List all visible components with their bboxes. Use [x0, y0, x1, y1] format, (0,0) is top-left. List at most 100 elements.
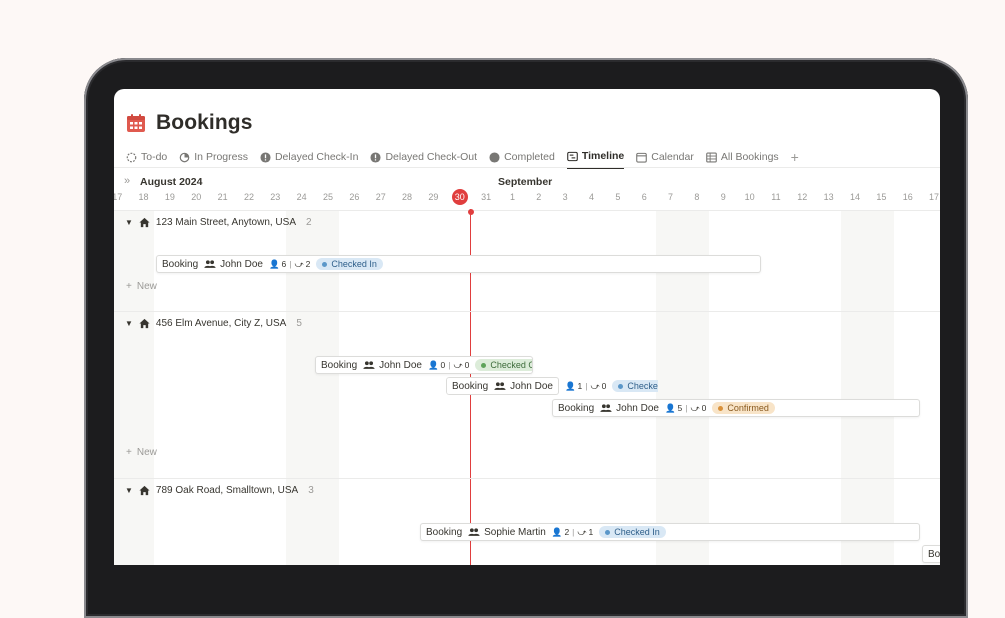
status-text: Confirmed: [727, 403, 769, 413]
people-icon: [600, 404, 612, 412]
tab-completed[interactable]: Completed: [489, 146, 555, 168]
day-ruler: 17 18 19 20 21 22 23 24 25 26 27 28 29 30 31 1 2 3 4 5 6 7 8 9 1…: [114, 189, 940, 208]
tab-label: To-do: [141, 151, 168, 163]
timeline-icon: [567, 151, 578, 161]
day-label: 26: [349, 192, 360, 202]
day-label: 6: [641, 192, 647, 202]
app-screen: Bookings To-do In Progress Delayed Check…: [114, 89, 940, 565]
tab-timeline[interactable]: Timeline: [566, 145, 625, 169]
caret-down-icon[interactable]: ▼: [125, 486, 133, 495]
day-label: 28: [402, 192, 413, 202]
booking-bar[interactable]: Booking John Doe 👤0 | ⤻0 Checked Out: [315, 356, 533, 374]
status-badge: Checked In: [612, 380, 658, 392]
new-row-button[interactable]: + New: [126, 281, 157, 292]
tab-to-do[interactable]: To-do: [126, 146, 167, 168]
adult-icon: 👤: [664, 402, 676, 413]
children-count: 1: [588, 527, 594, 537]
booking-label: Booking: [452, 380, 489, 392]
group-header[interactable]: ▼ 456 Elm Avenue, City Z, USA 5: [125, 318, 302, 329]
add-view-icon[interactable]: +: [791, 150, 799, 164]
booking-bar-partial[interactable]: Bookin: [922, 545, 940, 563]
booking-label: Booking: [426, 526, 463, 538]
group-header[interactable]: ▼ 789 Oak Road, Smalltown, USA 3: [125, 485, 314, 496]
status-badge: Checked Out: [475, 359, 532, 371]
day-label: 19: [164, 192, 175, 202]
day-label: 16: [902, 192, 913, 202]
adults-count: 5: [677, 403, 683, 413]
group-name: 789 Oak Road, Smalltown, USA: [155, 485, 299, 496]
day-label: 17: [929, 192, 940, 202]
children-count: 0: [464, 360, 470, 370]
guest-counts: 👤 2 | ⤻ 1: [551, 526, 594, 538]
guest-counts: 👤 0 | ⤻ 0: [427, 359, 470, 371]
day-label: 8: [694, 192, 700, 202]
day-label: 17: [114, 192, 123, 202]
alert-circle-icon: [260, 151, 271, 163]
booking-bar[interactable]: Booking John Doe 👤 6 | ⤻ 2 Checked In: [156, 255, 761, 273]
tab-in-progress[interactable]: In Progress: [179, 146, 248, 168]
status-text: Checked Out: [490, 360, 532, 370]
day-label: 7: [668, 192, 674, 202]
status-text: Checked In: [614, 527, 660, 537]
booking-bar[interactable]: Booking John Doe 👤 5 | ⤻ 0 Confirmed: [552, 399, 920, 417]
people-icon: [204, 260, 216, 268]
tab-label: Delayed Check-Out: [385, 151, 478, 163]
timeline-body: ▼ 123 Main Street, Anytown, USA 2 Bookin…: [114, 209, 940, 565]
tab-label: Completed: [504, 151, 555, 163]
dashed-circle-icon: [126, 152, 137, 162]
page-header: Bookings: [126, 111, 252, 135]
calendar-icon: [636, 152, 648, 163]
caret-down-icon[interactable]: ▼: [125, 319, 133, 328]
table-icon: [706, 152, 717, 162]
guest: Sophie Martin: [468, 527, 546, 538]
plus-icon: +: [126, 281, 132, 292]
day-label: 5: [615, 192, 621, 202]
booking-bar[interactable]: Booking John Doe 👤1 | ⤻0 Checked In: [446, 377, 658, 395]
house-icon: [139, 485, 150, 496]
day-label: 3: [562, 192, 568, 202]
group-divider: [114, 311, 940, 312]
alert-circle-icon: [370, 151, 381, 163]
status-badge: Checked In: [599, 526, 666, 538]
tab-label: All Bookings: [720, 151, 779, 163]
tab-all-bookings[interactable]: All Bookings: [706, 146, 779, 168]
group-header[interactable]: ▼ 123 Main Street, Anytown, USA 2: [125, 217, 312, 228]
tab-label: In Progress: [194, 151, 248, 163]
new-row-button[interactable]: + New: [126, 447, 157, 458]
weekend-column: [841, 211, 894, 565]
status-text: Checked In: [331, 259, 377, 269]
month-label-august: August 2024: [140, 176, 203, 188]
guest-name: John Doe: [220, 258, 263, 270]
day-label: 14: [849, 192, 860, 202]
plus-icon: +: [126, 447, 132, 458]
tab-calendar[interactable]: Calendar: [636, 146, 694, 168]
tab-delayed-check-out[interactable]: Delayed Check-Out: [370, 146, 477, 168]
day-label: 1: [509, 192, 515, 202]
children-count: 2: [305, 259, 311, 269]
day-label: 4: [588, 192, 594, 202]
booking-label: Booking: [162, 258, 199, 270]
group-divider: [114, 478, 940, 479]
adult-icon: 👤: [427, 359, 439, 370]
guest-name: Sophie Martin: [484, 526, 546, 538]
group-name: 123 Main Street, Anytown, USA: [155, 217, 296, 228]
tab-delayed-check-in[interactable]: Delayed Check-In: [260, 146, 358, 168]
guest-counts: 👤 5 | ⤻ 0: [664, 402, 707, 414]
new-label: New: [136, 447, 157, 458]
adults-count: 0: [440, 360, 446, 370]
tabs-divider: [114, 167, 940, 168]
child-icon: ⤻: [453, 359, 463, 370]
day-label: 9: [720, 192, 726, 202]
booking-bar[interactable]: Booking Sophie Martin 👤 2 | ⤻ 1 Checked In: [420, 523, 920, 541]
day-label: 25: [322, 192, 333, 202]
day-label: 21: [217, 192, 228, 202]
adult-icon: 👤: [564, 380, 576, 391]
adults-count: 1: [577, 381, 583, 391]
caret-down-icon[interactable]: ▼: [125, 218, 133, 227]
expand-icon[interactable]: »: [124, 175, 130, 187]
guest: John Doe: [363, 360, 422, 371]
child-icon: ⤻: [690, 402, 700, 413]
filled-circle-icon: [489, 151, 500, 163]
house-icon: [139, 318, 150, 329]
guest: John Doe: [600, 403, 659, 414]
